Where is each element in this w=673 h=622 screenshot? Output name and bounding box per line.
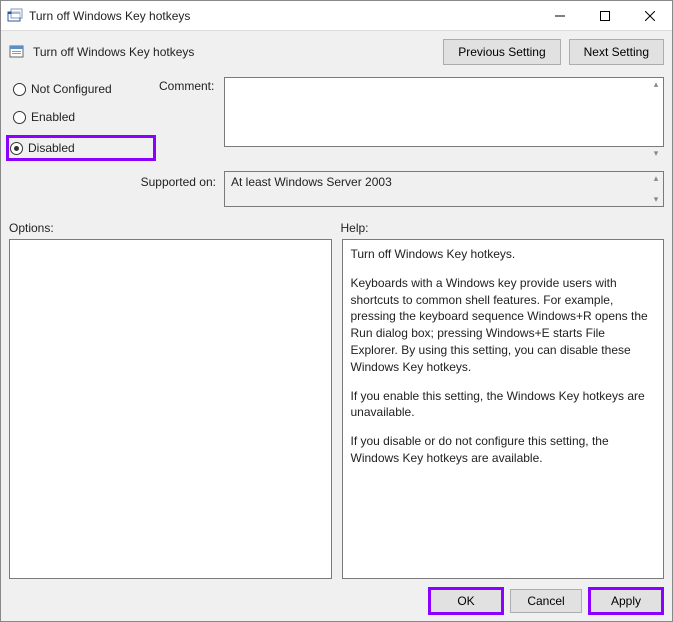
dialog-buttons: OK Cancel Apply <box>9 579 664 615</box>
close-button[interactable] <box>627 1 672 30</box>
comment-label-col: Comment: <box>159 77 224 161</box>
header-row: Turn off Windows Key hotkeys Previous Se… <box>9 39 664 65</box>
cancel-button[interactable]: Cancel <box>510 589 582 613</box>
window-title: Turn off Windows Key hotkeys <box>29 9 537 23</box>
radio-icon <box>10 142 23 155</box>
scroll-down-icon: ▾ <box>651 148 661 159</box>
apply-button[interactable]: Apply <box>590 589 662 613</box>
supported-row: Supported on: At least Windows Server 20… <box>9 171 664 207</box>
help-text: Keyboards with a Windows key provide use… <box>351 275 656 376</box>
supported-on-value: At least Windows Server 2003 <box>224 171 664 207</box>
help-text: Turn off Windows Key hotkeys. <box>351 246 656 263</box>
radio-group: Not Configured Enabled Disabled <box>9 77 159 161</box>
radio-enabled[interactable]: Enabled <box>9 107 159 127</box>
radio-icon <box>13 83 26 96</box>
panels: Turn off Windows Key hotkeys. Keyboards … <box>9 239 664 579</box>
maximize-button[interactable] <box>582 1 627 30</box>
radio-not-configured[interactable]: Not Configured <box>9 79 159 99</box>
minimize-button[interactable] <box>537 1 582 30</box>
comment-label: Comment: <box>159 79 214 93</box>
comment-field-wrap: ▴ ▾ <box>224 77 664 161</box>
settings-row: Not Configured Enabled Disabled Comment:… <box>9 77 664 161</box>
panels-labels: Options: Help: <box>9 221 664 235</box>
titlebar: Turn off Windows Key hotkeys <box>1 1 672 31</box>
options-label: Options: <box>9 221 337 235</box>
window-icon <box>7 8 23 24</box>
help-panel: Turn off Windows Key hotkeys. Keyboards … <box>342 239 665 579</box>
radio-label: Enabled <box>31 110 75 124</box>
content-area: Turn off Windows Key hotkeys Previous Se… <box>1 31 672 621</box>
options-panel <box>9 239 332 579</box>
comment-input[interactable] <box>224 77 664 147</box>
supported-on-label: Supported on: <box>9 171 224 207</box>
previous-setting-button[interactable]: Previous Setting <box>443 39 560 65</box>
policy-editor-window: Turn off Windows Key hotkeys <box>0 0 673 622</box>
radio-label: Disabled <box>28 141 75 155</box>
radio-icon <box>13 111 26 124</box>
help-text: If you enable this setting, the Windows … <box>351 388 656 422</box>
next-setting-button[interactable]: Next Setting <box>569 39 664 65</box>
policy-title: Turn off Windows Key hotkeys <box>33 45 435 59</box>
window-controls <box>537 1 672 30</box>
radio-label: Not Configured <box>31 82 112 96</box>
ok-button[interactable]: OK <box>430 589 502 613</box>
policy-icon <box>9 43 27 61</box>
help-text: If you disable or do not configure this … <box>351 433 656 467</box>
radio-disabled[interactable]: Disabled <box>6 135 156 161</box>
help-label: Help: <box>337 221 665 235</box>
